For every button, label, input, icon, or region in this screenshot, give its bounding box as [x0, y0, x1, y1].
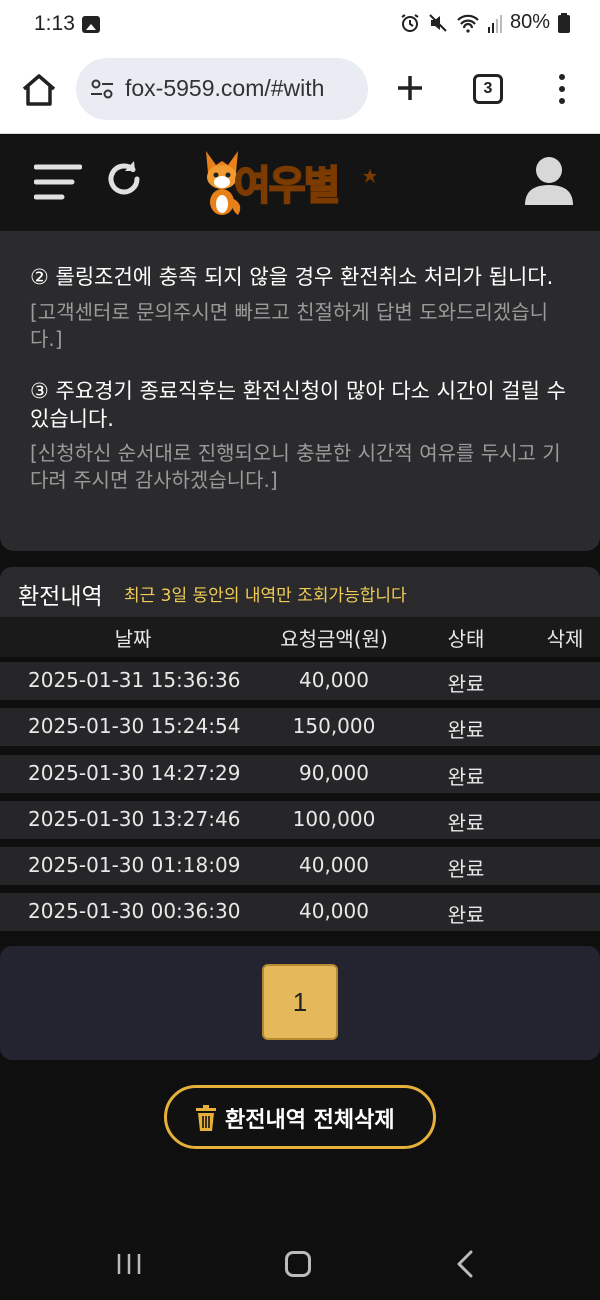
row-amount: 90,000 — [299, 761, 369, 785]
col-delete: 삭제 — [546, 627, 584, 651]
alarm-icon — [401, 13, 419, 32]
wifi-icon — [457, 14, 479, 33]
battery-icon — [558, 12, 570, 33]
row-date: 2025-01-30 13:27:46 — [28, 807, 241, 831]
row-status: 완료 — [447, 903, 485, 927]
tab-switcher-button[interactable]: 3 — [473, 74, 503, 104]
col-amount: 요청금액(원) — [280, 627, 388, 651]
row-date: 2025-01-30 00:36:30 — [28, 899, 241, 923]
back-icon[interactable] — [455, 1250, 475, 1278]
table-row: 2025-01-30 13:27:46 100,000 완료 — [0, 801, 600, 839]
recent-apps-icon[interactable] — [116, 1252, 142, 1276]
status-bar: 1:13 80% — [0, 0, 600, 50]
history-note: 최근 3일 동안의 내역만 조회가능합니다 — [124, 586, 407, 606]
delete-all-label: 환전내역 전체삭제 — [225, 1108, 395, 1133]
logo-text: 여우별 — [233, 162, 341, 210]
pagination: 1 — [0, 946, 600, 1060]
table-row: 2025-01-30 01:18:09 40,000 완료 — [0, 847, 600, 885]
browser-toolbar: fox-5959.com/#with 3 — [0, 50, 600, 134]
address-bar[interactable]: fox-5959.com/#with — [76, 58, 368, 120]
refresh-icon[interactable] — [104, 159, 144, 199]
row-amount: 100,000 — [292, 807, 376, 831]
row-amount: 150,000 — [292, 714, 376, 738]
row-amount: 40,000 — [299, 853, 369, 877]
row-date: 2025-01-30 14:27:29 — [28, 761, 241, 785]
row-amount: 40,000 — [299, 668, 369, 692]
row-status: 완료 — [447, 765, 485, 789]
table-row: 2025-01-30 14:27:29 90,000 완료 — [0, 755, 600, 793]
row-date: 2025-01-30 01:18:09 — [28, 853, 241, 877]
history-header: 환전내역 최근 3일 동안의 내역만 조회가능합니다 — [0, 567, 600, 617]
page-button-current[interactable]: 1 — [262, 964, 338, 1040]
status-time: 1:13 — [34, 12, 75, 35]
row-amount: 40,000 — [299, 899, 369, 923]
gallery-notification-icon — [82, 16, 100, 33]
row-status: 완료 — [447, 811, 485, 835]
row-date: 2025-01-30 15:24:54 — [28, 714, 241, 738]
row-date: 2025-01-31 15:36:36 — [28, 668, 241, 692]
notice-item-3: ③ 주요경기 종료직후는 환전신청이 많아 다소 시간이 걸릴 수 있습니다. — [30, 379, 566, 431]
hamburger-menu-icon[interactable] — [34, 161, 82, 203]
battery-percent: 80% — [509, 11, 550, 33]
row-status: 완료 — [447, 718, 485, 742]
notice-item-3-sub: [신청하신 순서대로 진행되오니 충분한 시간적 여유를 두시고 기다려 주시면… — [30, 441, 561, 492]
site-settings-icon[interactable] — [90, 78, 114, 100]
table-row: 2025-01-30 15:24:54 150,000 완료 — [0, 708, 600, 746]
table-row: 2025-01-31 15:36:36 40,000 완료 — [0, 662, 600, 700]
mute-icon — [429, 13, 447, 32]
site-header: 여우별 — [0, 135, 600, 231]
more-menu-icon[interactable] — [550, 72, 574, 106]
home-icon[interactable] — [20, 72, 58, 108]
col-status: 상태 — [447, 627, 485, 651]
notice-item-2-sub: [고객센터로 문의주시면 빠르고 친절하게 답변 도와드리겠습니다.] — [30, 300, 548, 351]
row-status: 완료 — [447, 672, 485, 696]
new-tab-icon[interactable] — [394, 72, 426, 104]
delete-all-history-button[interactable]: 환전내역 전체삭제 — [164, 1085, 436, 1149]
android-home-icon[interactable] — [285, 1251, 311, 1277]
col-date: 날짜 — [114, 627, 152, 651]
url-text[interactable]: fox-5959.com/#with — [125, 75, 361, 102]
user-account-icon[interactable] — [522, 155, 576, 207]
signal-icon — [487, 14, 502, 33]
trash-icon — [196, 1105, 216, 1131]
row-status: 완료 — [447, 857, 485, 881]
star-icon — [363, 169, 377, 183]
status-icons: 80% — [400, 11, 570, 34]
table-row: 2025-01-30 00:36:30 40,000 완료 — [0, 893, 600, 931]
history-table-header: 날짜 요청금액(원) 상태 삭제 — [0, 617, 600, 657]
withdraw-notice-card: ② 롤링조건에 충족 되지 않을 경우 환전취소 처리가 됩니다. [고객센터로… — [0, 231, 600, 551]
notice-item-2: ② 롤링조건에 충족 되지 않을 경우 환전취소 처리가 됩니다. — [30, 265, 554, 289]
history-title: 환전내역 — [18, 584, 103, 610]
site-logo[interactable]: 여우별 — [200, 145, 400, 221]
